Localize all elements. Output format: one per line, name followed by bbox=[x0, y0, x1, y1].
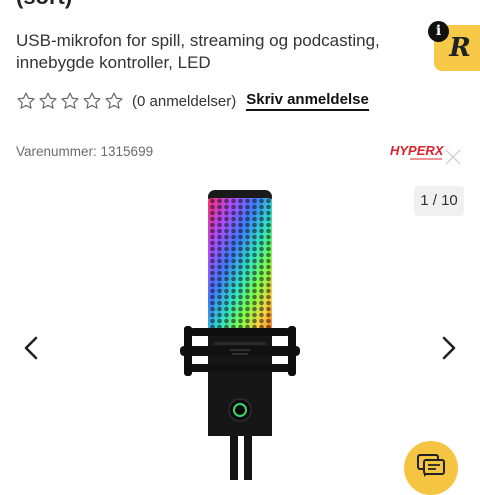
review-count[interactable]: (0 anmeldelser) bbox=[132, 93, 236, 110]
product-image-microphone[interactable] bbox=[160, 186, 320, 480]
info-icon[interactable]: i bbox=[428, 21, 449, 42]
star-outline-icon bbox=[105, 92, 123, 109]
previous-image-button[interactable] bbox=[18, 334, 46, 362]
product-subtitle: USB-mikrofon for spill, streaming og pod… bbox=[16, 31, 380, 72]
rating-stars bbox=[16, 91, 124, 111]
r-badge-letter: R bbox=[449, 33, 471, 63]
star-outline-icon bbox=[83, 92, 101, 109]
product-title-fragment: (sort) bbox=[16, 0, 72, 10]
rating-row: (0 anmeldelser) Skriv anmeldelse bbox=[16, 89, 369, 113]
next-image-button[interactable] bbox=[434, 334, 462, 362]
write-review-link[interactable]: Skriv anmeldelse bbox=[246, 91, 369, 111]
star-outline-icon bbox=[61, 92, 79, 109]
brand-logo[interactable]: HYPERX bbox=[390, 140, 464, 166]
gallery-counter: 1 / 10 bbox=[414, 186, 464, 216]
brand-name: HYPERX bbox=[390, 143, 445, 158]
star-outline-icon bbox=[17, 92, 35, 109]
chat-button[interactable] bbox=[404, 441, 458, 495]
star-outline-icon bbox=[39, 92, 57, 109]
chat-icon bbox=[417, 454, 445, 477]
sku-number: Varenummer: 1315699 bbox=[16, 144, 154, 159]
